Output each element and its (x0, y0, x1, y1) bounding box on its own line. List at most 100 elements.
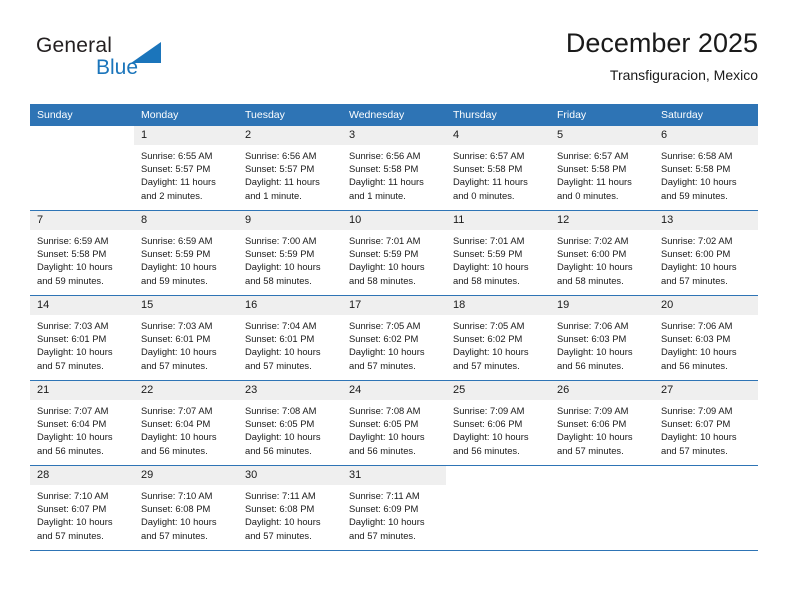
sunset-text: Sunset: 5:59 PM (245, 248, 315, 260)
sunrise-text: Sunrise: 7:02 AM (661, 235, 733, 246)
calendar-day-10[interactable]: 10 Sunrise: 7:01 AM Sunset: 5:59 PM Dayligh… (342, 211, 446, 295)
day-details: Sunrise: 7:10 AM Sunset: 6:07 PM Daylight:… (30, 485, 134, 542)
daylight-text: Daylight: 11 hours and 0 minutes. (453, 176, 528, 201)
calendar-day-1[interactable]: 1 Sunrise: 6:55 AM Sunset: 5:57 PM Daylight… (134, 126, 238, 210)
calendar-cell: 4 Sunrise: 6:57 AM Sunset: 5:58 PM Daylight… (446, 126, 550, 211)
day-number: 19 (550, 296, 654, 315)
calendar-day-empty (654, 466, 758, 550)
calendar-day-22[interactable]: 22 Sunrise: 7:07 AM Sunset: 6:04 PM Dayligh… (134, 381, 238, 465)
day-number: 30 (238, 466, 342, 485)
sunrise-text: Sunrise: 7:06 AM (557, 320, 629, 331)
calendar-day-9[interactable]: 9 Sunrise: 7:00 AM Sunset: 5:59 PM Daylight… (238, 211, 342, 295)
day-number: 18 (446, 296, 550, 315)
calendar-cell (30, 126, 134, 211)
sunset-text: Sunset: 6:08 PM (141, 503, 211, 515)
calendar-day-11[interactable]: 11 Sunrise: 7:01 AM Sunset: 5:59 PM Dayligh… (446, 211, 550, 295)
calendar-day-27[interactable]: 27 Sunrise: 7:09 AM Sunset: 6:07 PM Dayligh… (654, 381, 758, 465)
day-details: Sunrise: 7:04 AM Sunset: 6:01 PM Daylight:… (238, 315, 342, 372)
calendar-day-6[interactable]: 6 Sunrise: 6:58 AM Sunset: 5:58 PM Daylight… (654, 126, 758, 210)
day-number: 28 (30, 466, 134, 485)
calendar-cell: 23 Sunrise: 7:08 AM Sunset: 6:05 PM Dayligh… (238, 380, 342, 466)
sunrise-text: Sunrise: 7:09 AM (453, 405, 525, 416)
daylight-text: Daylight: 10 hours and 57 minutes. (245, 346, 321, 371)
calendar-cell: 9 Sunrise: 7:00 AM Sunset: 5:59 PM Daylight… (238, 210, 342, 296)
calendar-day-3[interactable]: 3 Sunrise: 6:56 AM Sunset: 5:58 PM Daylight… (342, 126, 446, 210)
calendar-day-28[interactable]: 28 Sunrise: 7:10 AM Sunset: 6:07 PM Dayligh… (30, 466, 134, 550)
daylight-text: Daylight: 10 hours and 57 minutes. (661, 431, 737, 456)
calendar-day-14[interactable]: 14 Sunrise: 7:03 AM Sunset: 6:01 PM Dayligh… (30, 296, 134, 380)
general-blue-logo[interactable]: General Blue (36, 34, 176, 90)
calendar-day-5[interactable]: 5 Sunrise: 6:57 AM Sunset: 5:58 PM Daylight… (550, 126, 654, 210)
weekday-header-monday: Monday (134, 104, 238, 126)
sunset-text: Sunset: 6:03 PM (661, 333, 731, 345)
calendar-day-23[interactable]: 23 Sunrise: 7:08 AM Sunset: 6:05 PM Dayligh… (238, 381, 342, 465)
day-details: Sunrise: 7:07 AM Sunset: 6:04 PM Daylight:… (30, 400, 134, 457)
sunset-text: Sunset: 5:59 PM (453, 248, 523, 260)
calendar-cell (654, 465, 758, 550)
sunset-text: Sunset: 5:58 PM (349, 163, 419, 175)
calendar-day-29[interactable]: 29 Sunrise: 7:10 AM Sunset: 6:08 PM Dayligh… (134, 466, 238, 550)
calendar-cell: 29 Sunrise: 7:10 AM Sunset: 6:08 PM Dayligh… (134, 465, 238, 550)
sunrise-text: Sunrise: 6:58 AM (661, 150, 733, 161)
daylight-text: Daylight: 10 hours and 56 minutes. (557, 346, 633, 371)
calendar-page: General Blue December 2025 Transfiguraci… (0, 0, 792, 612)
sunset-text: Sunset: 6:07 PM (661, 418, 731, 430)
calendar-cell: 19 Sunrise: 7:06 AM Sunset: 6:03 PM Dayligh… (550, 295, 654, 381)
calendar-cell: 17 Sunrise: 7:05 AM Sunset: 6:02 PM Dayligh… (342, 295, 446, 381)
calendar-cell: 2 Sunrise: 6:56 AM Sunset: 5:57 PM Daylight… (238, 126, 342, 211)
calendar-week-row: 7 Sunrise: 6:59 AM Sunset: 5:58 PM Daylight… (30, 210, 758, 296)
day-number: 16 (238, 296, 342, 315)
day-number: 6 (654, 126, 758, 145)
sunrise-text: Sunrise: 7:10 AM (141, 490, 213, 501)
calendar-day-15[interactable]: 15 Sunrise: 7:03 AM Sunset: 6:01 PM Dayligh… (134, 296, 238, 380)
day-details: Sunrise: 7:11 AM Sunset: 6:08 PM Daylight:… (238, 485, 342, 542)
calendar-day-4[interactable]: 4 Sunrise: 6:57 AM Sunset: 5:58 PM Daylight… (446, 126, 550, 210)
calendar-day-19[interactable]: 19 Sunrise: 7:06 AM Sunset: 6:03 PM Dayligh… (550, 296, 654, 380)
calendar-day-18[interactable]: 18 Sunrise: 7:05 AM Sunset: 6:02 PM Dayligh… (446, 296, 550, 380)
calendar-day-21[interactable]: 21 Sunrise: 7:07 AM Sunset: 6:04 PM Dayligh… (30, 381, 134, 465)
daylight-text: Daylight: 11 hours and 2 minutes. (141, 176, 216, 201)
day-details: Sunrise: 7:03 AM Sunset: 6:01 PM Daylight:… (134, 315, 238, 372)
calendar-cell: 22 Sunrise: 7:07 AM Sunset: 6:04 PM Dayligh… (134, 380, 238, 466)
day-number: 21 (30, 381, 134, 400)
day-details: Sunrise: 7:01 AM Sunset: 5:59 PM Daylight:… (342, 230, 446, 287)
day-details: Sunrise: 7:03 AM Sunset: 6:01 PM Daylight:… (30, 315, 134, 372)
sunset-text: Sunset: 5:58 PM (37, 248, 107, 260)
sunrise-text: Sunrise: 7:01 AM (349, 235, 421, 246)
day-details: Sunrise: 7:02 AM Sunset: 6:00 PM Daylight:… (654, 230, 758, 287)
page-subtitle: Transfiguracion, Mexico (609, 67, 758, 83)
calendar-day-12[interactable]: 12 Sunrise: 7:02 AM Sunset: 6:00 PM Dayligh… (550, 211, 654, 295)
calendar-header-row: Sunday Monday Tuesday Wednesday Thursday Frid… (30, 104, 758, 126)
calendar-day-24[interactable]: 24 Sunrise: 7:08 AM Sunset: 6:05 PM Dayligh… (342, 381, 446, 465)
sunset-text: Sunset: 5:58 PM (557, 163, 627, 175)
calendar-cell (550, 465, 654, 550)
sunset-text: Sunset: 6:01 PM (245, 333, 315, 345)
daylight-text: Daylight: 11 hours and 1 minute. (245, 176, 320, 201)
calendar-day-26[interactable]: 26 Sunrise: 7:09 AM Sunset: 6:06 PM Dayligh… (550, 381, 654, 465)
calendar-week-row: 1 Sunrise: 6:55 AM Sunset: 5:57 PM Daylight… (30, 126, 758, 211)
calendar-day-17[interactable]: 17 Sunrise: 7:05 AM Sunset: 6:02 PM Dayligh… (342, 296, 446, 380)
calendar-day-2[interactable]: 2 Sunrise: 6:56 AM Sunset: 5:57 PM Daylight… (238, 126, 342, 210)
calendar-day-16[interactable]: 16 Sunrise: 7:04 AM Sunset: 6:01 PM Dayligh… (238, 296, 342, 380)
calendar-day-empty (550, 466, 654, 550)
sunset-text: Sunset: 6:02 PM (453, 333, 523, 345)
calendar-day-7[interactable]: 7 Sunrise: 6:59 AM Sunset: 5:58 PM Daylight… (30, 211, 134, 295)
day-number: 12 (550, 211, 654, 230)
calendar-cell (446, 465, 550, 550)
sunrise-text: Sunrise: 7:03 AM (141, 320, 213, 331)
calendar-cell: 31 Sunrise: 7:11 AM Sunset: 6:09 PM Dayligh… (342, 465, 446, 550)
calendar-day-30[interactable]: 30 Sunrise: 7:11 AM Sunset: 6:08 PM Dayligh… (238, 466, 342, 550)
daylight-text: Daylight: 10 hours and 58 minutes. (349, 261, 425, 286)
daylight-text: Daylight: 10 hours and 57 minutes. (245, 516, 321, 541)
calendar-day-8[interactable]: 8 Sunrise: 6:59 AM Sunset: 5:59 PM Daylight… (134, 211, 238, 295)
daylight-text: Daylight: 10 hours and 57 minutes. (349, 516, 425, 541)
logo-text-blue: Blue (96, 56, 139, 79)
weekday-header-saturday: Saturday (654, 104, 758, 126)
calendar-day-25[interactable]: 25 Sunrise: 7:09 AM Sunset: 6:06 PM Dayligh… (446, 381, 550, 465)
calendar-day-31[interactable]: 31 Sunrise: 7:11 AM Sunset: 6:09 PM Dayligh… (342, 466, 446, 550)
day-number: 8 (134, 211, 238, 230)
calendar-day-13[interactable]: 13 Sunrise: 7:02 AM Sunset: 6:00 PM Dayligh… (654, 211, 758, 295)
sunset-text: Sunset: 5:57 PM (141, 163, 211, 175)
sunrise-text: Sunrise: 7:07 AM (37, 405, 109, 416)
calendar-day-20[interactable]: 20 Sunrise: 7:06 AM Sunset: 6:03 PM Dayligh… (654, 296, 758, 380)
